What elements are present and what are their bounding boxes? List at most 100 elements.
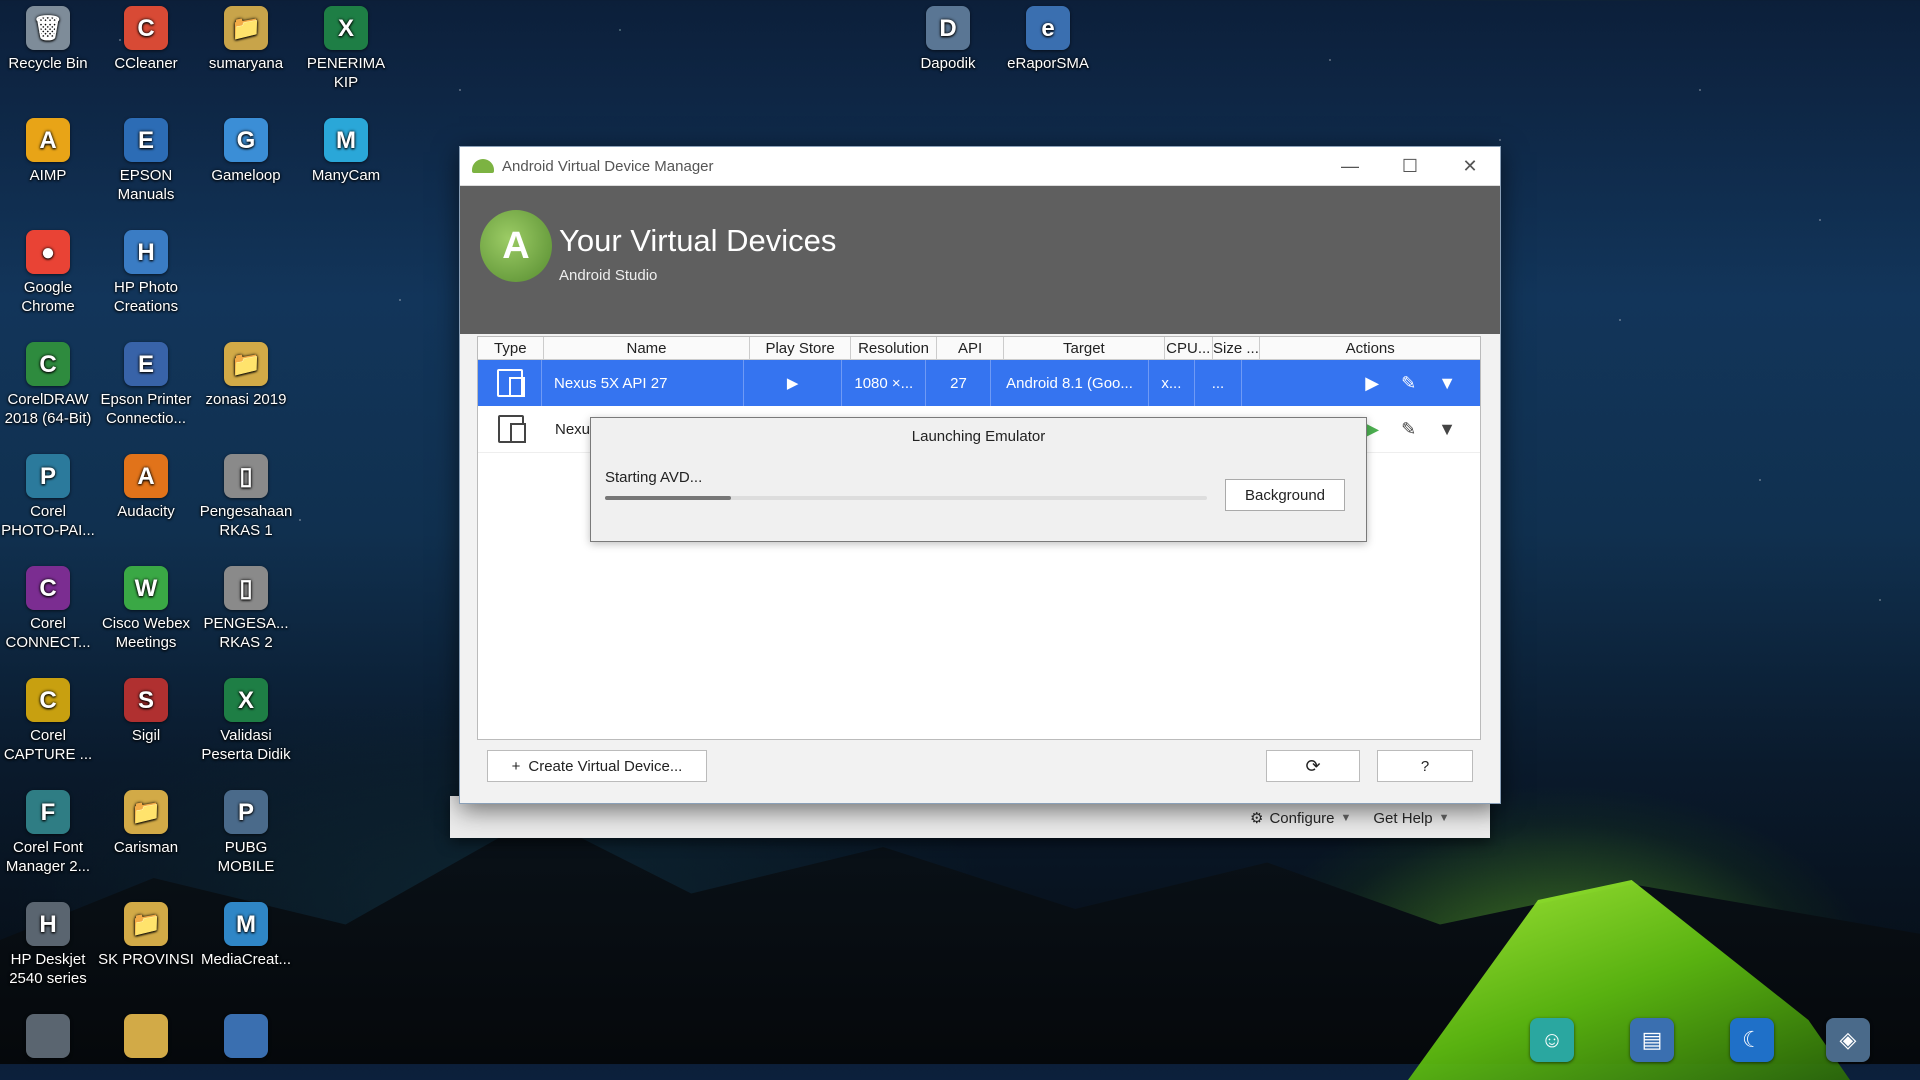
device-type-cell [478, 406, 543, 452]
desktop-icon[interactable]: C CorelDRAW 2018 (64-Bit) [0, 336, 96, 428]
refresh-icon: ⟳ [1305, 755, 1321, 776]
desktop-icon[interactable]: E EPSON Manuals [98, 112, 194, 204]
help-label: ? [1420, 757, 1430, 775]
desktop-icon-label: Corel CAPTURE ... [3, 727, 93, 763]
column-header[interactable]: Size ... [1213, 337, 1261, 359]
desktop-icon[interactable]: 🗑 Recycle Bin [0, 0, 96, 73]
desktop-icon[interactable]: E Epson Printer Connectio... [98, 336, 194, 428]
desktop-icon[interactable]: ▯ PENGESA... RKAS 2 [198, 560, 294, 652]
plus-icon: + [511, 757, 521, 775]
desktop-icon[interactable]: M ManyCam [298, 112, 394, 185]
desktop-icon-label: PENERIMA KIP [306, 55, 386, 91]
column-header[interactable]: Actions [1260, 337, 1480, 359]
desktop-icon[interactable]: ● Google Chrome [0, 224, 96, 316]
desktop-icon-label: Audacity [117, 503, 175, 520]
chevron-down-icon[interactable]: ▼ [1438, 419, 1456, 440]
app-icon: H [124, 230, 168, 274]
desktop-icon[interactable]: C Corel CONNECT... [0, 560, 96, 652]
column-header[interactable]: API [937, 337, 1004, 359]
desktop-icon[interactable]: D Dapodik [900, 0, 996, 73]
column-header[interactable]: Type [478, 337, 544, 359]
desktop-icon-label: Pengesahaan RKAS 1 [199, 503, 293, 539]
desktop-icon-label: HP Photo Creations [113, 279, 179, 315]
desktop-icon[interactable]: G Gameloop [198, 112, 294, 185]
actions-cell: ▶ ✎ ▼ [1242, 360, 1480, 406]
desktop-icon[interactable]: W Cisco Webex Meetings [98, 560, 194, 652]
refresh-button[interactable]: ⟳ [1266, 750, 1360, 782]
app-tray-icon[interactable]: ◈ [1826, 1018, 1870, 1062]
desktop-icon[interactable]: 📁 SK PROVINSI [98, 896, 194, 969]
chevron-down-icon[interactable]: ▼ [1438, 373, 1456, 394]
desktop-icon[interactable] [198, 1008, 294, 1062]
desktop-icon[interactable]: C CCleaner [98, 0, 194, 73]
get-help-label: Get Help [1373, 809, 1433, 827]
column-header[interactable]: CPU... [1165, 337, 1213, 359]
table-row[interactable]: Nexus 5X API 27 ▶ 1080 ×... 27 Android 8… [478, 360, 1480, 406]
create-virtual-device-label: Create Virtual Device... [528, 757, 683, 775]
window-title: Android Virtual Device Manager [502, 157, 714, 175]
desktop-icon[interactable]: X PENERIMA KIP [298, 0, 394, 92]
desktop-icon-label: Sigil [131, 727, 161, 744]
desktop-icon[interactable]: C Corel CAPTURE ... [0, 672, 96, 764]
desktop-icon-label: PENGESA... RKAS 2 [203, 615, 289, 651]
desktop-icon-label: Carisman [113, 839, 179, 856]
desktop-icon-label: CorelDRAW 2018 (64-Bit) [4, 391, 92, 427]
desktop-icon[interactable]: H HP Photo Creations [98, 224, 194, 316]
desktop-icon[interactable]: P PUBG MOBILE [198, 784, 294, 876]
app-icon: D [926, 6, 970, 50]
app-icon: X [324, 6, 368, 50]
desktop-icon[interactable]: 📁 zonasi 2019 [198, 336, 294, 409]
target-cell: Android 8.1 (Goo... [991, 360, 1149, 406]
close-button[interactable]: ✕ [1440, 147, 1500, 185]
maximize-button[interactable]: ☐ [1380, 147, 1440, 185]
chevron-down-icon: ▼ [1438, 812, 1450, 824]
edit-icon[interactable]: ✎ [1401, 419, 1416, 440]
app-icon: M [224, 902, 268, 946]
get-help-menu[interactable]: Get Help ▼ [1373, 810, 1449, 827]
app-icon: C [26, 342, 70, 386]
column-header[interactable]: Play Store [750, 337, 851, 359]
desktop-icon[interactable]: M MediaCreat... [198, 896, 294, 969]
desktop-icon[interactable]: A AIMP [0, 112, 96, 185]
column-header[interactable]: Target [1004, 337, 1165, 359]
app-icon: X [224, 678, 268, 722]
desktop-icon[interactable]: H HP Deskjet 2540 series [0, 896, 96, 988]
configure-menu[interactable]: ⚙ Configure ▼ [1250, 809, 1351, 828]
app-icon: E [124, 118, 168, 162]
desktop-icon[interactable]: 📁 sumaryana [198, 0, 294, 73]
desktop-icon[interactable]: X Validasi Peserta Didik [198, 672, 294, 764]
configure-label: Configure [1269, 809, 1335, 827]
app-tray-icon[interactable]: ☺ [1530, 1018, 1574, 1062]
desktop-icon[interactable]: 📁 Carisman [98, 784, 194, 857]
header-panel: A Your Virtual Devices Android Studio [460, 186, 1500, 334]
app-icon: 📁 [224, 6, 268, 50]
desktop-icon[interactable] [0, 1008, 96, 1062]
phone-tablet-icon [496, 369, 525, 397]
help-button[interactable]: ? [1377, 750, 1473, 782]
background-button[interactable]: Background [1225, 479, 1345, 511]
app-tray-icon[interactable]: ▤ [1630, 1018, 1674, 1062]
desktop-icon[interactable]: F Corel Font Manager 2... [0, 784, 96, 876]
column-header[interactable]: Name [544, 337, 751, 359]
app-tray-icon[interactable]: ☾ [1730, 1018, 1774, 1062]
desktop-icon[interactable]: e eRaporSMA [1000, 0, 1096, 73]
create-virtual-device-button[interactable]: + Create Virtual Device... [487, 750, 707, 782]
app-icon: ▯ [224, 566, 268, 610]
desktop-icon[interactable]: P Corel PHOTO-PAI... [0, 448, 96, 540]
desktop-icon[interactable] [98, 1008, 194, 1062]
app-icon: 📁 [124, 902, 168, 946]
android-studio-logo-icon: A [480, 210, 552, 282]
column-header[interactable]: Resolution [851, 337, 938, 359]
minimize-button[interactable]: — [1320, 147, 1380, 185]
size-cell: ... [1195, 360, 1242, 406]
app-icon: ▯ [224, 454, 268, 498]
phone-tablet-icon [497, 415, 526, 443]
run-icon[interactable]: ▶ [1365, 373, 1379, 394]
edit-icon[interactable]: ✎ [1401, 373, 1416, 394]
desktop-icon[interactable]: S Sigil [98, 672, 194, 745]
desktop-icon-label: Corel CONNECT... [5, 615, 91, 651]
desktop-icon[interactable]: ▯ Pengesahaan RKAS 1 [198, 448, 294, 540]
desktop-icon[interactable]: A Audacity [98, 448, 194, 521]
run-icon[interactable]: ▶ [1365, 419, 1379, 440]
desktop-icon-label: SK PROVINSI [98, 951, 194, 968]
